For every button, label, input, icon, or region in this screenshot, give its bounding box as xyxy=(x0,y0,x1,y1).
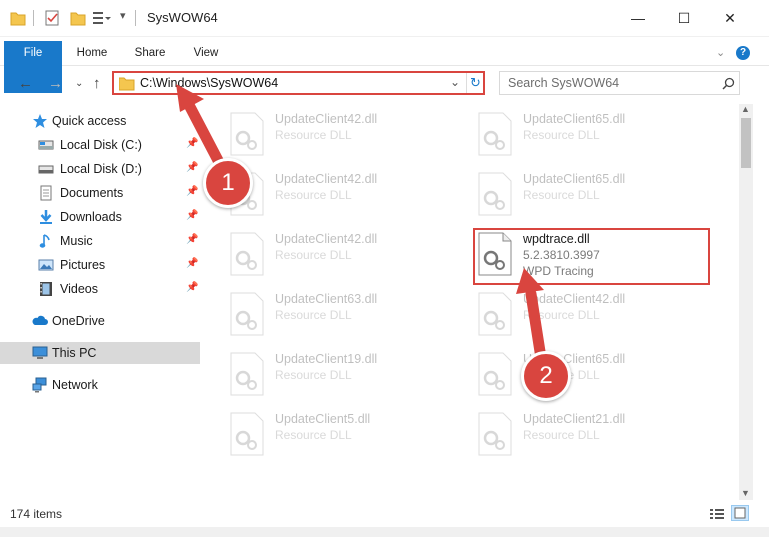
step-2-badge: 2 xyxy=(521,351,571,401)
annotation-arrow-2 xyxy=(516,268,547,364)
annotation-arrow-1 xyxy=(176,84,228,174)
step-1-badge: 1 xyxy=(203,158,253,208)
annotation-layer xyxy=(176,84,547,364)
